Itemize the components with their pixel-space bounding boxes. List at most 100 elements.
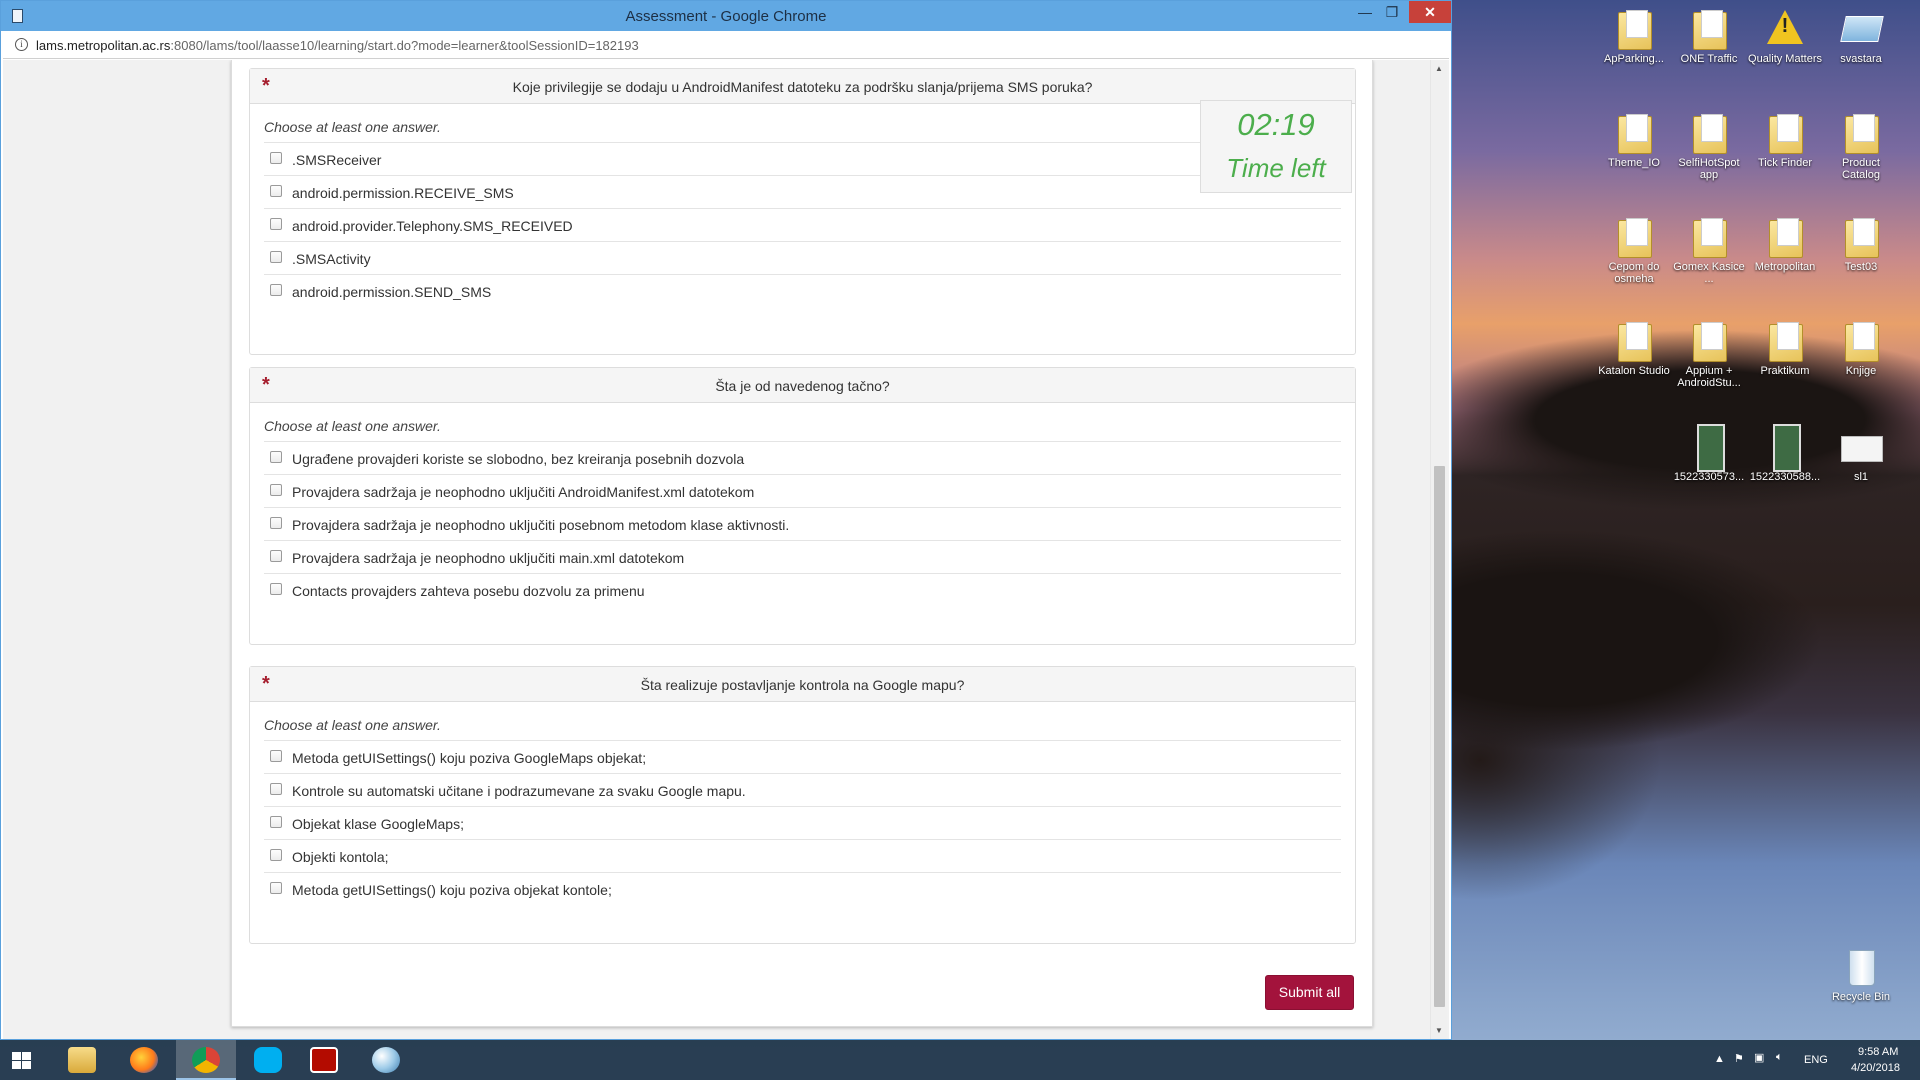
answer-checkbox[interactable] — [270, 451, 282, 463]
desktop-icon[interactable]: Tick Finder — [1748, 110, 1822, 169]
image-file-icon — [1763, 424, 1807, 472]
desktop-icon[interactable]: ApParking... — [1597, 6, 1671, 65]
answer-label: .SMSActivity — [292, 251, 371, 267]
answer-option[interactable]: Objekti kontola; — [264, 839, 1341, 872]
answer-checkbox[interactable] — [270, 152, 282, 164]
question-card: * Šta je od navedenog tačno? Choose at l… — [249, 367, 1356, 645]
taskbar-firefox[interactable] — [114, 1040, 174, 1080]
folder-icon — [1763, 214, 1807, 258]
title-bar[interactable]: Assessment - Google Chrome — ❐ ✕ — [1, 1, 1451, 31]
desktop-icon[interactable]: Recycle Bin — [1824, 944, 1898, 1003]
question-hint: Choose at least one answer. — [264, 418, 441, 434]
desktop-icon[interactable]: Metropolitan — [1748, 214, 1822, 273]
answer-checkbox[interactable] — [270, 750, 282, 762]
desktop-icon[interactable]: Quality Matters — [1748, 6, 1822, 65]
minimize-button[interactable]: — — [1355, 1, 1375, 23]
url-text[interactable]: lams.metropolitan.ac.rs:8080/lams/tool/l… — [36, 38, 639, 53]
answer-checkbox[interactable] — [270, 783, 282, 795]
vertical-scrollbar[interactable]: ▲ ▼ — [1430, 60, 1447, 1039]
info-icon[interactable]: i — [15, 38, 28, 51]
answer-checkbox[interactable] — [270, 218, 282, 230]
answer-option[interactable]: android.provider.Telephony.SMS_RECEIVED — [264, 208, 1341, 241]
desktop-icon[interactable]: 1522330573... — [1672, 424, 1746, 483]
firefox-icon — [130, 1047, 158, 1073]
answer-list: Ugrađene provajderi koriste se slobodno,… — [264, 441, 1341, 606]
question-hint: Choose at least one answer. — [264, 119, 441, 135]
scroll-down-arrow-icon[interactable]: ▼ — [1435, 1026, 1443, 1035]
desktop-icon[interactable]: ONE Traffic — [1672, 6, 1746, 65]
volume-icon[interactable]: 🔈︎ — [1776, 1051, 1783, 1064]
answer-checkbox[interactable] — [270, 583, 282, 595]
answer-option[interactable]: Provajdera sadržaja je neophodno uključi… — [264, 507, 1341, 540]
taskbar-file-explorer[interactable] — [52, 1040, 112, 1080]
answer-option[interactable]: android.permission.RECEIVE_SMS — [264, 175, 1341, 208]
answer-checkbox[interactable] — [270, 849, 282, 861]
network-icon[interactable]: ▣ — [1754, 1051, 1764, 1064]
desktop-icon[interactable]: SelfiHotSpot app — [1672, 110, 1746, 181]
clock-date[interactable]: 4/20/2018 — [1851, 1062, 1900, 1074]
answer-label: Metoda getUISettings() koju poziva objek… — [292, 882, 612, 898]
desktop-icon[interactable]: Gomex Kasice ... — [1672, 214, 1746, 285]
address-bar[interactable]: i lams.metropolitan.ac.rs:8080/lams/tool… — [3, 31, 1449, 59]
start-button[interactable] — [0, 1040, 46, 1080]
answer-option[interactable]: Metoda getUISettings() koju poziva Googl… — [264, 740, 1341, 773]
question-header: * Šta realizuje postavljanje kontrola na… — [250, 667, 1355, 702]
folder-icon — [1612, 6, 1656, 50]
desktop-icon[interactable]: Theme_IO — [1597, 110, 1671, 169]
scroll-thumb[interactable] — [1434, 466, 1445, 1007]
question-text: Šta je od navedenog tačno? — [715, 378, 890, 394]
answer-option[interactable]: Metoda getUISettings() koju poziva objek… — [264, 872, 1341, 905]
taskbar-chrome[interactable] — [176, 1040, 236, 1080]
desktop-icon[interactable]: Knjige — [1824, 318, 1898, 377]
url-path: :8080/lams/tool/laasse10/learning/start.… — [170, 38, 639, 53]
answer-option[interactable]: Provajdera sadržaja je neophodno uključi… — [264, 474, 1341, 507]
desktop-icon[interactable]: 1522330588... — [1748, 424, 1822, 483]
desktop-icon[interactable]: Product Catalog — [1824, 110, 1898, 181]
close-button[interactable]: ✕ — [1409, 1, 1451, 23]
answer-option[interactable]: Kontrole su automatski učitane i podrazu… — [264, 773, 1341, 806]
desktop-icon[interactable]: Appium + AndroidStu... — [1672, 318, 1746, 389]
desktop-icon[interactable]: Test03 — [1824, 214, 1898, 273]
answer-option[interactable]: android.permission.SEND_SMS — [264, 274, 1341, 307]
desktop-icon[interactable]: Praktikum — [1748, 318, 1822, 377]
answer-checkbox[interactable] — [270, 550, 282, 562]
clock-time[interactable]: 9:58 AM — [1858, 1046, 1898, 1058]
answer-checkbox[interactable] — [270, 185, 282, 197]
maximize-button[interactable]: ❐ — [1381, 1, 1403, 23]
submit-all-button[interactable]: Submit all — [1265, 975, 1354, 1010]
language-indicator[interactable]: ENG — [1804, 1054, 1828, 1066]
answer-option[interactable]: .SMSActivity — [264, 241, 1341, 274]
folder-icon — [1687, 214, 1731, 258]
image-file-icon — [1687, 424, 1731, 472]
answer-checkbox[interactable] — [270, 284, 282, 296]
url-host: lams.metropolitan.ac.rs — [36, 38, 171, 53]
desktop-icon[interactable]: svastara — [1824, 6, 1898, 65]
answer-checkbox[interactable] — [270, 517, 282, 529]
answer-checkbox[interactable] — [270, 251, 282, 263]
tray-arrow-icon[interactable]: ▲ — [1714, 1053, 1725, 1065]
answer-option[interactable]: .SMSReceiver — [264, 142, 1341, 175]
answer-label: Kontrole su automatski učitane i podrazu… — [292, 783, 746, 799]
question-header: * Koje privilegije se dodaju u AndroidMa… — [250, 69, 1355, 104]
answer-checkbox[interactable] — [270, 882, 282, 894]
answer-option[interactable]: Ugrađene provajderi koriste se slobodno,… — [264, 441, 1341, 474]
desktop-icon[interactable]: Cepom do osmeha — [1597, 214, 1671, 285]
answer-label: Provajdera sadržaja je neophodno uključi… — [292, 517, 790, 533]
answer-list: Metoda getUISettings() koju poziva Googl… — [264, 740, 1341, 905]
desktop-icon[interactable]: Katalon Studio — [1597, 318, 1671, 377]
answer-checkbox[interactable] — [270, 484, 282, 496]
answer-checkbox[interactable] — [270, 816, 282, 828]
scroll-up-arrow-icon[interactable]: ▲ — [1435, 64, 1443, 73]
answer-option[interactable]: Objekat klase GoogleMaps; — [264, 806, 1341, 839]
answer-option[interactable]: Provajdera sadržaja je neophodno uključi… — [264, 540, 1341, 573]
answer-label: android.permission.SEND_SMS — [292, 284, 492, 300]
desktop-icon[interactable]: sl1 — [1824, 424, 1898, 483]
flag-icon[interactable]: ⚑ — [1734, 1052, 1744, 1065]
folder-icon — [1763, 318, 1807, 362]
file-explorer-icon — [68, 1047, 96, 1073]
taskbar-skype[interactable] — [238, 1040, 298, 1080]
answer-option[interactable]: Contacts provajders zahteva posebu dozvo… — [264, 573, 1341, 606]
taskbar-paint[interactable] — [356, 1040, 416, 1080]
taskbar-acrobat[interactable] — [294, 1040, 354, 1080]
acrobat-icon — [310, 1047, 338, 1073]
